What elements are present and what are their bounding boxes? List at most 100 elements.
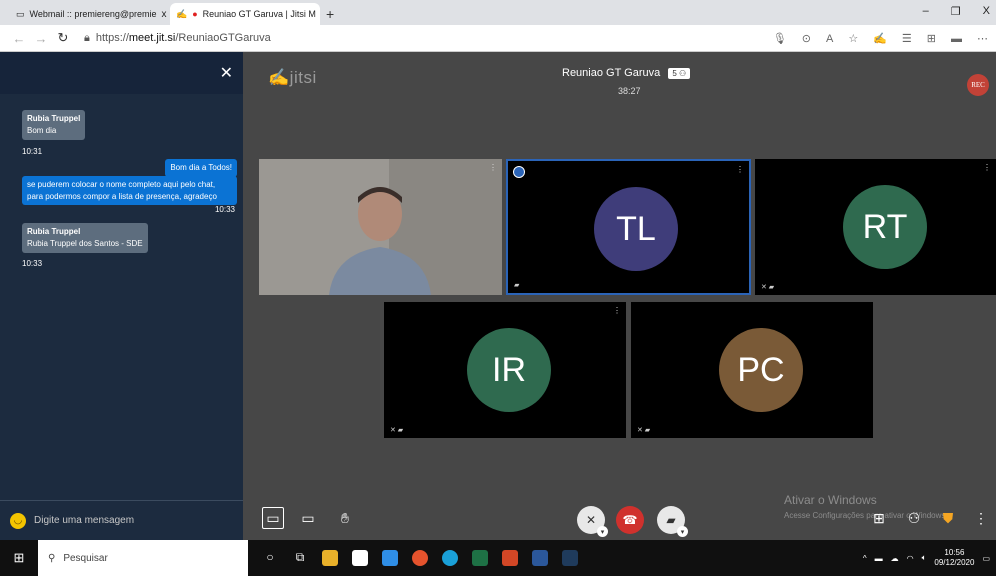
store-icon[interactable]: [352, 550, 368, 566]
tracking-icon[interactable]: ⊙: [802, 32, 811, 45]
tab-label: Reuniao GT Garuva | Jitsi M: [202, 9, 316, 19]
extension-icon[interactable]: ✍: [873, 32, 887, 45]
maximize-button[interactable]: ❐: [951, 5, 961, 18]
microphone-icon[interactable]: 🎙︎: [773, 32, 787, 45]
profile-icon[interactable]: ▬: [951, 33, 962, 45]
mute-mic-button[interactable]: ✕ ▾: [577, 506, 608, 537]
chat-message: Rubia Truppel Rubia Truppel dos Santos -…: [22, 223, 148, 253]
more-options-button[interactable]: ⋮: [970, 507, 992, 529]
invite-button[interactable]: ⚇: [903, 507, 925, 529]
tab-close-icon[interactable]: x: [162, 9, 167, 20]
read-aloud-icon[interactable]: A: [826, 33, 833, 45]
chat-header: ✕: [0, 52, 243, 94]
favorite-star-icon[interactable]: ☆: [848, 32, 858, 45]
message-text-line: para podermos compor a lista de presença…: [27, 192, 217, 201]
watermark-title: Ativar o Windows: [784, 493, 877, 507]
video-muted-icon: ▰: [514, 282, 520, 289]
tab-jitsi[interactable]: ✍ ● Reuniao GT Garuva | Jitsi M x: [170, 3, 320, 25]
jitsi-app: ✕ Rubia Truppel Bom dia 10:31 Bom dia a …: [0, 52, 996, 540]
raise-hand-button[interactable]: ✋︎: [334, 507, 356, 529]
address-bar: ← → ↻ 🔒︎ https://meet.jit.si/ReuniaoGTGa…: [0, 25, 996, 52]
participant-count-badge[interactable]: 5 ⚇: [668, 68, 691, 79]
cortana-icon[interactable]: ○: [262, 550, 278, 566]
close-icon[interactable]: ✕: [220, 63, 233, 83]
more-icon: ⋮: [974, 509, 988, 526]
taskbar-search[interactable]: ⚲ Pesquisar: [38, 540, 248, 576]
cloud-icon[interactable]: ☁: [891, 554, 899, 563]
meeting-name: Reuniao GT Garuva: [562, 67, 661, 79]
mute-camera-button[interactable]: ▰ ▾: [657, 506, 688, 537]
participants-icon: ⚇: [679, 69, 687, 78]
lock-icon: 🔒︎: [84, 31, 90, 44]
close-window-button[interactable]: X: [983, 5, 990, 17]
refresh-icon[interactable]: ↻: [52, 30, 74, 46]
battery-icon[interactable]: ▬: [875, 554, 883, 563]
tab-webmail[interactable]: ▭ Webmail :: premiereng@premie x: [10, 3, 170, 25]
mic-off-icon: ✕: [585, 513, 597, 527]
more-icon[interactable]: ⋯: [977, 32, 988, 45]
video-tile-rt[interactable]: RT ⋮ ✕ ▰: [755, 159, 996, 295]
tile-menu-icon[interactable]: ⋮: [489, 163, 497, 172]
audio-video-muted-icon: ✕ ▰: [761, 284, 775, 291]
message-text: Bom dia: [27, 126, 57, 135]
mail-icon[interactable]: [382, 550, 398, 566]
tile-view-button[interactable]: ⊞: [868, 507, 890, 529]
word-icon[interactable]: [532, 550, 548, 566]
avatar: PC: [719, 328, 803, 412]
tab-label: Webmail :: premiereng@premie: [29, 9, 157, 19]
chevron-down-icon[interactable]: ▾: [597, 526, 608, 537]
edge-icon[interactable]: [442, 550, 458, 566]
message-text: Rubia Truppel dos Santos - SDE: [27, 239, 143, 248]
tile-menu-icon[interactable]: ⋮: [983, 163, 991, 172]
chat-toggle-button[interactable]: ▭: [262, 507, 284, 529]
shield-icon: ⛊: [942, 509, 954, 526]
security-button[interactable]: ⛊: [937, 507, 959, 529]
system-tray: ^ ▬ ☁ ◠ 🔈︎ 10:56 09/12/2020 ▭: [863, 540, 990, 576]
file-explorer-icon[interactable]: [322, 550, 338, 566]
sender-name: Rubia Truppel: [27, 227, 81, 236]
chat-input[interactable]: ◡ Digite uma mensagem: [0, 500, 243, 540]
chat-message-own: se puderem colocar o nome completo aqui …: [22, 176, 237, 205]
app-icon[interactable]: [562, 550, 578, 566]
recording-badge: REC: [967, 74, 989, 96]
chat-panel: ✕ Rubia Truppel Bom dia 10:31 Bom dia a …: [0, 52, 243, 540]
video-tile-self[interactable]: ⋮: [259, 159, 502, 295]
hangup-button[interactable]: ☎: [616, 506, 644, 534]
video-tile-ir[interactable]: IR ⋮ ✕ ▰: [384, 302, 626, 438]
screenshare-button[interactable]: ▭: [297, 507, 319, 529]
video-tile-tl[interactable]: TL ⋮ ▰: [506, 159, 751, 295]
participant-video: [259, 159, 502, 295]
volume-icon[interactable]: 🔈︎: [922, 553, 927, 563]
chevron-down-icon[interactable]: ▾: [677, 526, 688, 537]
back-arrow-icon[interactable]: ←: [8, 31, 30, 46]
excel-icon[interactable]: [472, 550, 488, 566]
jitsi-favicon-icon: ✍: [176, 8, 188, 19]
powerpoint-icon[interactable]: [502, 550, 518, 566]
task-view-icon[interactable]: ⧉: [292, 550, 308, 566]
tile-menu-icon[interactable]: ⋮: [613, 306, 621, 315]
notification-icon[interactable]: ▭: [982, 554, 990, 563]
phone-hangup-icon: ☎: [622, 513, 638, 527]
recording-dot-icon: ●: [192, 9, 198, 19]
chat-message-own: Bom dia a Todos!: [165, 159, 237, 177]
url-field[interactable]: 🔒︎ https://meet.jit.si/ReuniaoGTGaruva: [84, 32, 271, 45]
chat-message: Rubia Truppel Bom dia: [22, 110, 86, 140]
chevron-up-icon[interactable]: ^: [863, 554, 867, 563]
collections-icon[interactable]: ⊞: [927, 32, 936, 45]
favorites-icon[interactable]: ☰: [902, 32, 912, 45]
clock-time: 10:56: [944, 548, 965, 557]
video-tile-pc[interactable]: PC ✕ ▰: [631, 302, 873, 438]
windows-start-icon[interactable]: ⊞: [0, 550, 38, 566]
tile-menu-icon[interactable]: ⋮: [736, 165, 744, 174]
clock[interactable]: 10:56 09/12/2020: [934, 548, 974, 568]
forward-arrow-icon[interactable]: →: [30, 31, 52, 46]
wifi-icon[interactable]: ◠: [907, 554, 914, 563]
window-controls: – ❐ X: [923, 0, 996, 22]
screen-icon: ▭: [301, 509, 315, 526]
chrome-icon[interactable]: [412, 550, 428, 566]
minimize-button[interactable]: –: [923, 5, 929, 17]
new-tab-button[interactable]: +: [320, 3, 340, 25]
browser-tab-bar: ▭ Webmail :: premiereng@premie x ✍ ● Reu…: [0, 0, 996, 25]
emoji-icon[interactable]: ◡: [10, 512, 26, 529]
message-time: 10:33: [214, 205, 235, 214]
